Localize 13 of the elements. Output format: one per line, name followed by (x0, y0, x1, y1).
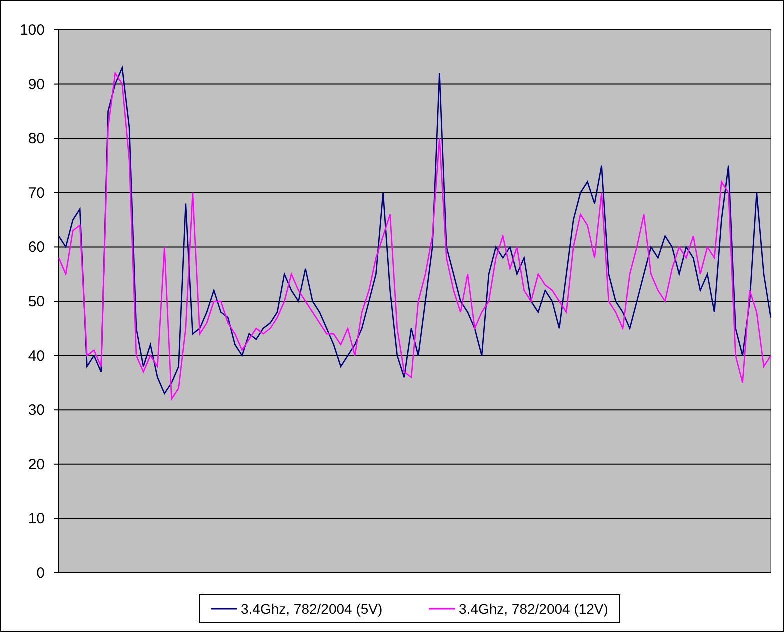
y-tick-label: 50 (28, 294, 45, 310)
y-tick-label: 40 (28, 348, 45, 365)
y-tick-label: 70 (28, 184, 45, 202)
legend-label: 3.4Ghz, 782/2004 (5V) (241, 601, 383, 617)
y-tick-label: 0 (36, 565, 45, 582)
y-tick-label: 80 (28, 130, 45, 148)
y-tick-label: 90 (28, 76, 45, 94)
y-tick-label: 20 (28, 456, 45, 474)
y-tick-label: 30 (28, 402, 45, 420)
legend-label: 3.4Ghz, 782/2004 (12V) (459, 601, 608, 617)
y-tick-label: 60 (28, 239, 45, 256)
y-tick-label: 10 (28, 510, 45, 528)
y-tick-label: 100 (20, 22, 45, 39)
